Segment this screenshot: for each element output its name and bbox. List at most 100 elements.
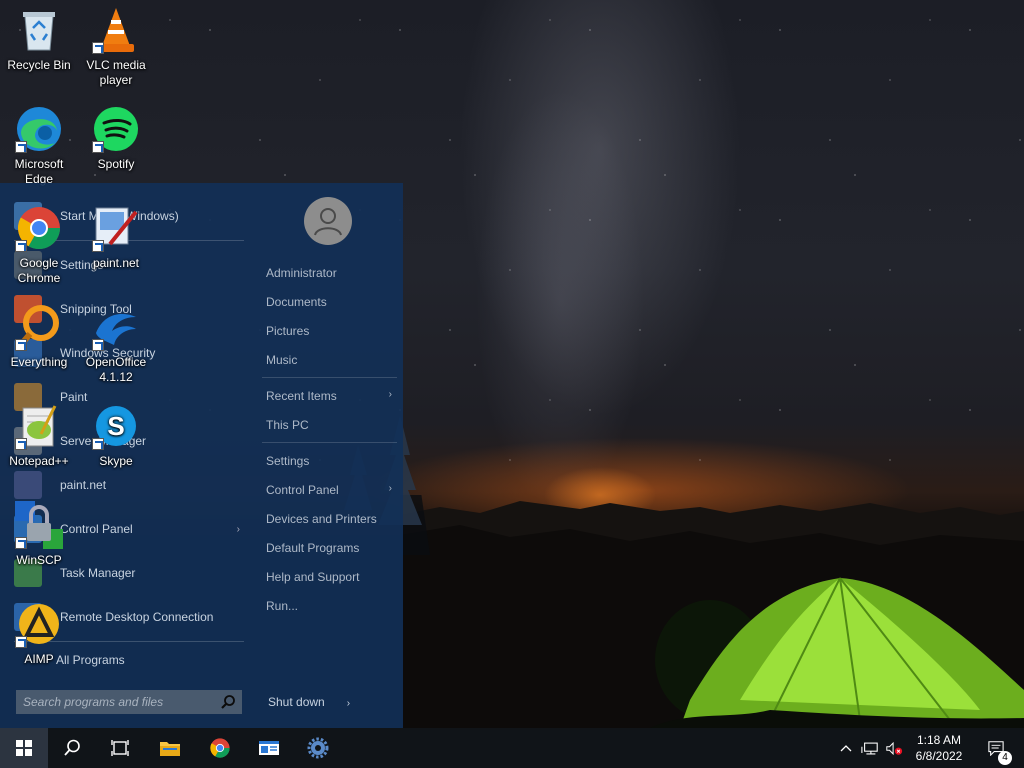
place-music[interactable]: Music (266, 353, 396, 367)
shortcut-arrow-icon (15, 339, 27, 351)
start-menu-places: Administrator Documents Pictures Music R… (252, 183, 403, 728)
desktop-icon-aimp[interactable]: AIMP (0, 600, 78, 667)
desktop-icon-label: WinSCP (16, 553, 62, 567)
tent-illustration (650, 577, 1024, 728)
desktop-icon-everything[interactable]: Everything (0, 303, 78, 370)
place-default-programs[interactable]: Default Programs (266, 541, 396, 555)
place-administrator[interactable]: Administrator (266, 266, 396, 280)
desktop-icon-edge[interactable]: Microsoft Edge (0, 105, 78, 187)
taskbar-settings[interactable] (294, 728, 342, 768)
separator (262, 377, 397, 378)
svg-text:S: S (107, 411, 124, 441)
submenu-arrow-icon: › (388, 483, 392, 494)
volume-muted-icon (886, 741, 903, 755)
action-center-button[interactable]: 4 (978, 728, 1014, 768)
place-recent-items[interactable]: Recent Items › (266, 389, 396, 403)
desktop-icon-label: VLC media player (86, 58, 146, 87)
vlc-cone-icon (92, 6, 140, 54)
skype-icon: S (92, 402, 140, 450)
search-icon (64, 739, 80, 756)
taskbar-file-explorer[interactable] (146, 728, 194, 768)
separator (262, 442, 397, 443)
task-view-icon (111, 740, 129, 756)
aimp-icon (15, 600, 63, 648)
desktop-icon-label: AIMP (24, 652, 54, 666)
shortcut-arrow-icon (15, 240, 27, 252)
place-pictures[interactable]: Pictures (266, 324, 396, 338)
paintnet-icon (92, 204, 140, 252)
spotify-icon (92, 105, 140, 153)
desktop-icon-chrome[interactable]: Google Chrome (0, 204, 78, 286)
shortcut-arrow-icon (15, 438, 27, 450)
shortcut-arrow-icon (15, 636, 27, 648)
notepad-plus-plus-icon (15, 402, 63, 450)
place-help-support[interactable]: Help and Support (266, 570, 396, 584)
volume-status[interactable] (882, 728, 906, 768)
start-button[interactable] (0, 728, 48, 768)
network-status[interactable] (858, 728, 882, 768)
shortcut-arrow-icon (15, 141, 27, 153)
desktop-icon-spotify[interactable]: Spotify (77, 105, 155, 172)
edge-icon (15, 105, 63, 153)
shortcut-arrow-icon (92, 42, 104, 54)
desktop-icon-label: paint.net (92, 256, 140, 270)
shortcut-arrow-icon (92, 339, 104, 351)
start-search-box[interactable] (16, 690, 242, 714)
folder-icon (160, 742, 180, 756)
taskbar-chrome[interactable] (196, 728, 244, 768)
desktop-icon-paint-net[interactable]: paint.net (77, 204, 155, 271)
place-this-pc[interactable]: This PC (266, 418, 396, 432)
taskbar-app-window[interactable] (245, 728, 293, 768)
place-devices-printers[interactable]: Devices and Printers (266, 512, 396, 526)
desktop-icon-vlc[interactable]: VLC media player (77, 6, 155, 88)
taskbar: 1:18 AM 6/8/2022 4 (0, 728, 1024, 768)
place-run[interactable]: Run... (266, 599, 396, 613)
start-search-input[interactable] (23, 695, 213, 709)
desktop-icon-notepad-plus-plus[interactable]: Notepad++ (0, 402, 78, 469)
chevron-up-icon (840, 745, 852, 752)
winscp-lock-icon (15, 501, 63, 549)
place-documents[interactable]: Documents (266, 295, 396, 309)
desktop-icon-openoffice[interactable]: OpenOffice 4.1.12 (77, 303, 155, 385)
taskbar-search-button[interactable] (48, 728, 96, 768)
desktop-icon-winscp[interactable]: WinSCP (0, 501, 78, 568)
recycle-bin-icon (15, 6, 63, 54)
place-control-panel[interactable]: Control Panel › (266, 483, 396, 497)
clock-time: 1:18 AM (916, 733, 962, 747)
taskbar-clock[interactable]: 1:18 AM 6/8/2022 (906, 732, 972, 764)
desktop-icon-skype[interactable]: S Skype (77, 402, 155, 469)
shutdown-options-arrow-icon[interactable]: › (347, 698, 350, 709)
shortcut-arrow-icon (92, 438, 104, 450)
desktop-icon-label: Notepad++ (9, 454, 69, 468)
desktop-icon-label: OpenOffice 4.1.12 (85, 355, 147, 384)
gear-icon (307, 737, 329, 759)
paintnet-icon (14, 471, 42, 499)
notification-count-badge: 4 (998, 751, 1012, 765)
all-programs-button[interactable]: All Programs (56, 640, 244, 680)
everything-search-icon (15, 303, 63, 351)
clock-date: 6/8/2022 (915, 749, 963, 763)
task-view-button[interactable] (96, 728, 144, 768)
user-avatar[interactable] (304, 197, 352, 245)
chrome-icon (210, 738, 230, 758)
desktop-icon-label: Skype (99, 454, 133, 468)
search-icon[interactable] (220, 694, 236, 710)
desktop-icon-label: Google Chrome (17, 256, 61, 285)
desktop-icon-label: Recycle Bin (7, 58, 71, 72)
shortcut-arrow-icon (15, 537, 27, 549)
desktop-icon-label: Everything (10, 355, 68, 369)
show-hidden-icons-button[interactable] (836, 728, 856, 768)
network-icon (861, 742, 878, 754)
shortcut-arrow-icon (92, 240, 104, 252)
windows-logo-icon (16, 740, 32, 756)
desktop-icon-recycle-bin[interactable]: Recycle Bin (0, 6, 78, 73)
submenu-arrow-icon: › (236, 523, 240, 535)
app-window-icon (259, 741, 279, 755)
chrome-icon (15, 204, 63, 252)
submenu-arrow-icon: › (388, 389, 392, 400)
desktop-icon-label: Spotify (97, 157, 135, 171)
place-settings[interactable]: Settings (266, 454, 396, 468)
openoffice-icon (92, 303, 140, 351)
program-item-paint-net[interactable]: paint.net (14, 465, 244, 505)
shutdown-button[interactable]: Shut down › (268, 695, 350, 709)
